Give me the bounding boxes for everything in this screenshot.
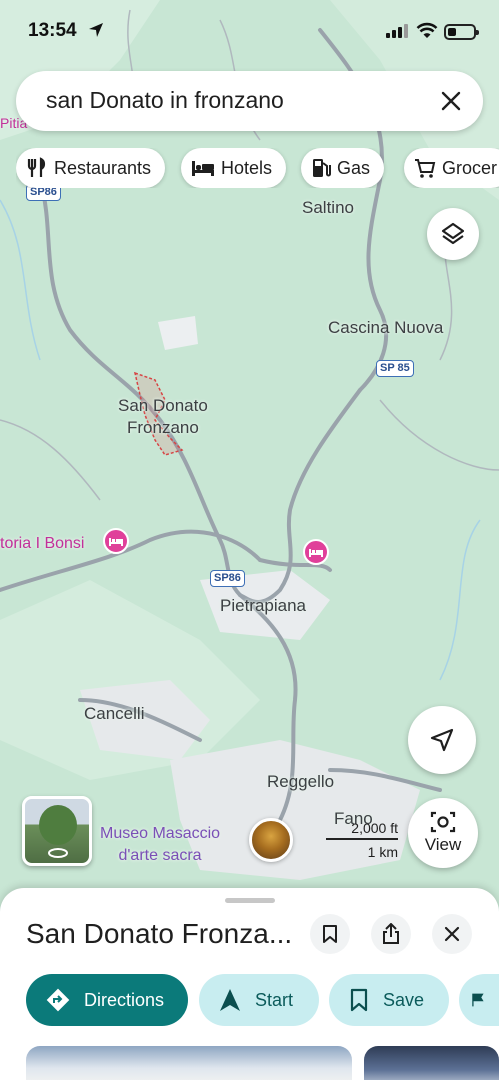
chip-grocer[interactable]: Grocer <box>404 148 499 188</box>
tree-shape <box>39 805 77 845</box>
place-label-museo[interactable]: Museo Masaccio d'arte sacra <box>100 823 220 867</box>
category-chips: Restaurants Hotels Gas Grocer <box>16 148 499 188</box>
hotel-pin[interactable] <box>103 528 129 554</box>
layers-icon <box>441 222 465 245</box>
place-title: San Donato Fronza... <box>26 918 293 949</box>
road-shield-sp85: SP 85 <box>376 360 414 377</box>
layers-button[interactable] <box>427 208 479 260</box>
place-label-cascina-nuova[interactable]: Cascina Nuova <box>328 317 443 339</box>
directions-label: Directions <box>84 989 165 1010</box>
hotel-pin[interactable] <box>303 539 329 565</box>
street-view-thumbnail[interactable] <box>22 796 92 866</box>
chip-restaurants[interactable]: Restaurants <box>16 148 166 188</box>
location-arrow-icon <box>89 23 103 37</box>
wifi-icon <box>416 22 438 38</box>
camera-lens-icon <box>430 811 456 833</box>
share-icon <box>383 923 399 944</box>
bookmark-button[interactable] <box>310 914 350 954</box>
chip-label: Hotels <box>221 157 273 178</box>
fork-knife-icon <box>27 157 46 177</box>
bed-icon <box>192 161 214 176</box>
chip-hotels[interactable]: Hotels <box>181 148 287 188</box>
chip-gas[interactable]: Gas <box>301 148 385 188</box>
sheet-handle[interactable] <box>225 898 275 903</box>
chip-label: Gas <box>337 157 371 178</box>
bed-icon <box>109 538 123 546</box>
cart-icon <box>415 159 436 178</box>
scale-km: 1 km <box>367 844 398 860</box>
bed-icon <box>309 549 323 557</box>
gas-pump-icon <box>313 159 331 177</box>
museum-photo-pin[interactable] <box>249 818 293 862</box>
cellular-signal-icon <box>386 24 408 38</box>
road-shield-sp86: SP86 <box>210 570 245 587</box>
search-bar[interactable]: san Donato in fronzano <box>16 71 483 131</box>
place-label-san-donato[interactable]: San Donato Fronzano <box>118 395 208 439</box>
more-actions-button[interactable] <box>459 974 499 1026</box>
bookmark-icon <box>350 988 368 1012</box>
place-label-cancelli[interactable]: Cancelli <box>84 703 144 725</box>
status-time: 13:54 <box>28 20 77 41</box>
place-label-reggello[interactable]: Reggello <box>267 771 334 793</box>
rotate-360-icon <box>48 848 68 858</box>
close-icon[interactable] <box>439 89 463 113</box>
status-bar: 13:54 <box>0 0 499 60</box>
place-label-saltino[interactable]: Saltino <box>302 197 354 219</box>
start-button[interactable]: Start <box>199 974 319 1026</box>
directions-icon <box>46 988 70 1012</box>
save-button[interactable]: Save <box>329 974 449 1026</box>
bookmark-icon <box>323 925 337 943</box>
view-button[interactable]: View <box>408 798 478 868</box>
place-label-pietrapiana[interactable]: Pietrapiana <box>220 595 306 617</box>
view-label: View <box>424 835 462 854</box>
chip-label: Grocer <box>442 157 498 178</box>
flag-icon <box>472 993 484 1007</box>
place-label-line: d'arte sacra <box>118 847 202 864</box>
scale-line <box>326 838 398 840</box>
start-label: Start <box>255 989 294 1010</box>
share-button[interactable] <box>371 914 411 954</box>
chip-label: Restaurants <box>54 157 152 178</box>
my-location-button[interactable] <box>408 706 476 774</box>
place-label-bonsi[interactable]: toria I Bonsi <box>0 533 84 555</box>
place-photo[interactable] <box>26 1046 352 1080</box>
close-icon <box>444 926 460 942</box>
place-label-line: Museo Masaccio <box>100 825 221 842</box>
place-sheet[interactable]: San Donato Fronza... Directions Start Sa… <box>0 888 499 1080</box>
place-label-line: San Donato <box>118 396 208 415</box>
close-sheet-button[interactable] <box>432 914 472 954</box>
scale-feet: 2,000 ft <box>351 820 398 836</box>
directions-button[interactable]: Directions <box>26 974 188 1026</box>
save-label: Save <box>383 989 425 1010</box>
battery-icon <box>444 24 479 40</box>
navigation-arrow-icon <box>430 728 454 752</box>
search-input[interactable]: san Donato in fronzano <box>46 87 284 114</box>
navigation-start-icon <box>220 989 240 1011</box>
place-label-line: Fronzano <box>126 418 199 437</box>
place-photo[interactable] <box>364 1046 499 1080</box>
